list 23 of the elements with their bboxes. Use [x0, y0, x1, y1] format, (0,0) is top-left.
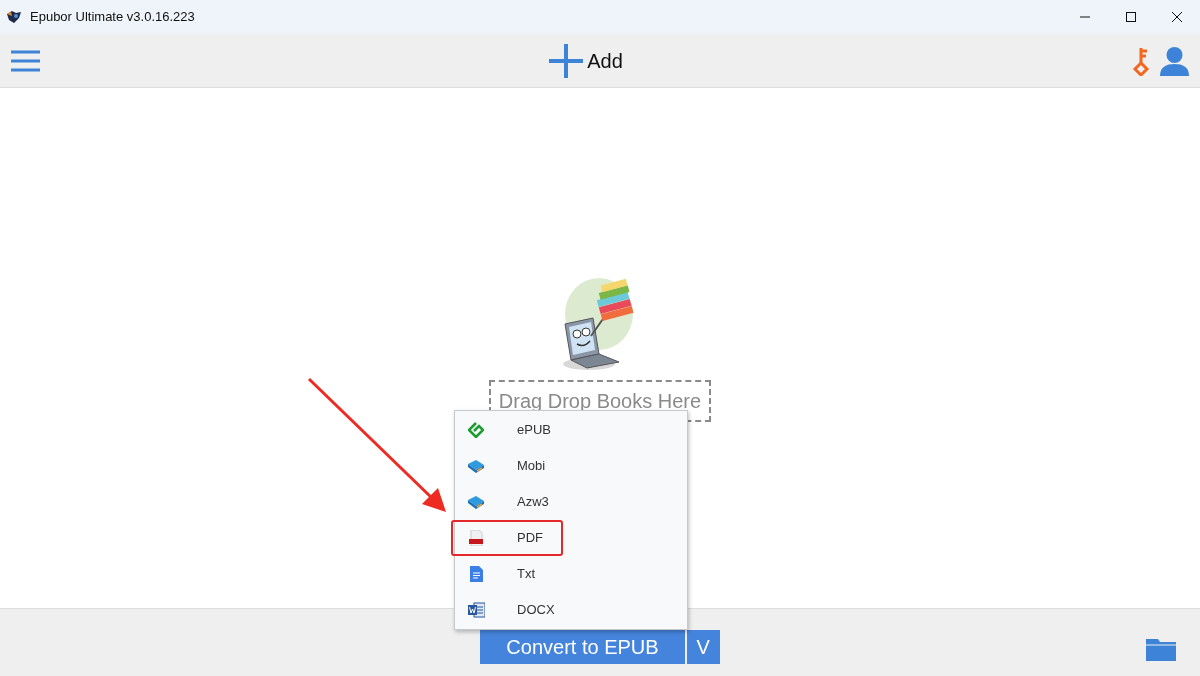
menu-item[interactable]: DOCX	[451, 592, 563, 628]
convert-button[interactable]: Convert to EPUB	[480, 630, 685, 664]
app-logo-icon	[6, 10, 22, 24]
book-icon	[467, 459, 485, 473]
document-icon	[469, 566, 483, 582]
user-icon[interactable]	[1159, 45, 1190, 76]
epub-logo-icon	[468, 422, 484, 438]
folder-icon[interactable]	[1146, 637, 1176, 661]
close-icon	[1171, 11, 1183, 23]
maximize-icon	[1125, 11, 1137, 23]
format-dropdown-button[interactable]: V	[686, 630, 720, 664]
word-document-icon	[467, 602, 485, 618]
book-icon	[467, 495, 485, 509]
window-title: Epubor Ultimate v3.0.16.223	[30, 8, 195, 27]
menu-item[interactable]: Mobi	[451, 448, 563, 484]
menu-item[interactable]: Txt	[451, 556, 563, 592]
menu-item[interactable]: PDF	[451, 520, 563, 556]
key-icon[interactable]	[1131, 45, 1151, 76]
add-button[interactable]: Add	[549, 43, 623, 78]
pdf-file-icon	[468, 530, 484, 546]
menu-item[interactable]: Azw3	[451, 484, 563, 520]
plus-icon	[549, 43, 584, 78]
menu-icon[interactable]	[10, 48, 41, 73]
